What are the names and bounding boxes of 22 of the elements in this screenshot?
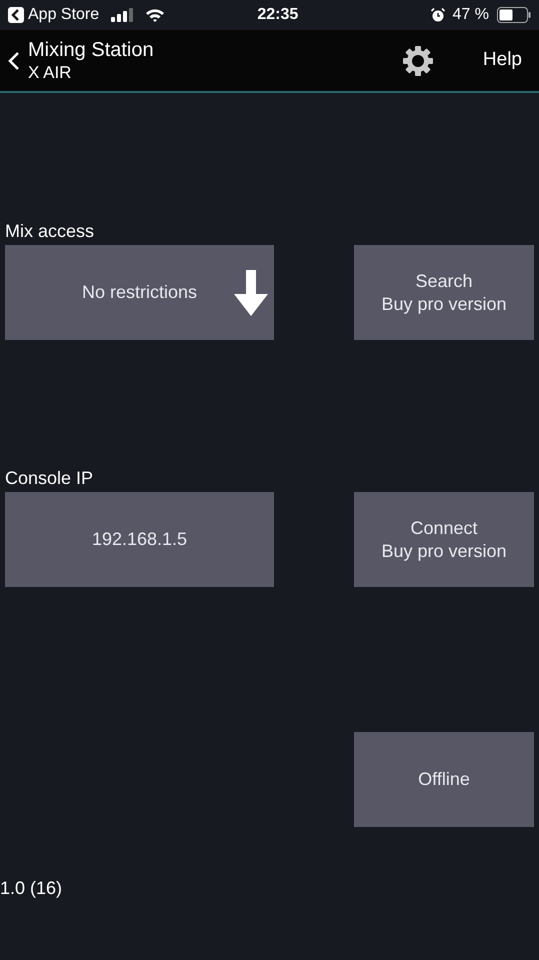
section-label: Console IP [4, 467, 94, 490]
action-button[interactable]: Search Buy pro version [354, 245, 534, 340]
arrow-down-icon [234, 270, 268, 316]
clock-text: 22:35 [256, 5, 300, 25]
back-icon[interactable] [8, 50, 20, 70]
help-button[interactable]: Help [482, 45, 523, 76]
offline-button[interactable]: Offline [354, 732, 534, 827]
wifi-icon [145, 8, 166, 22]
input-field[interactable]: 192.168.1.5 [5, 492, 274, 587]
version-text: 1.0 (16) [0, 877, 64, 900]
battery-percent: 47 % [452, 5, 489, 25]
settings-icon[interactable] [402, 44, 434, 76]
section-label: Mix access [4, 220, 96, 243]
alarm-icon [430, 8, 445, 22]
battery-icon [497, 7, 531, 23]
dropdown-field[interactable]: No restrictions [5, 245, 274, 340]
back-app-link[interactable]: App Store [28, 3, 100, 27]
app-title: Mixing Station [28, 38, 155, 62]
signal-icon [111, 8, 134, 22]
device-subtitle: X AIR [28, 62, 72, 84]
back-icon[interactable] [8, 7, 24, 23]
action-button[interactable]: Connect Buy pro version [354, 492, 534, 587]
